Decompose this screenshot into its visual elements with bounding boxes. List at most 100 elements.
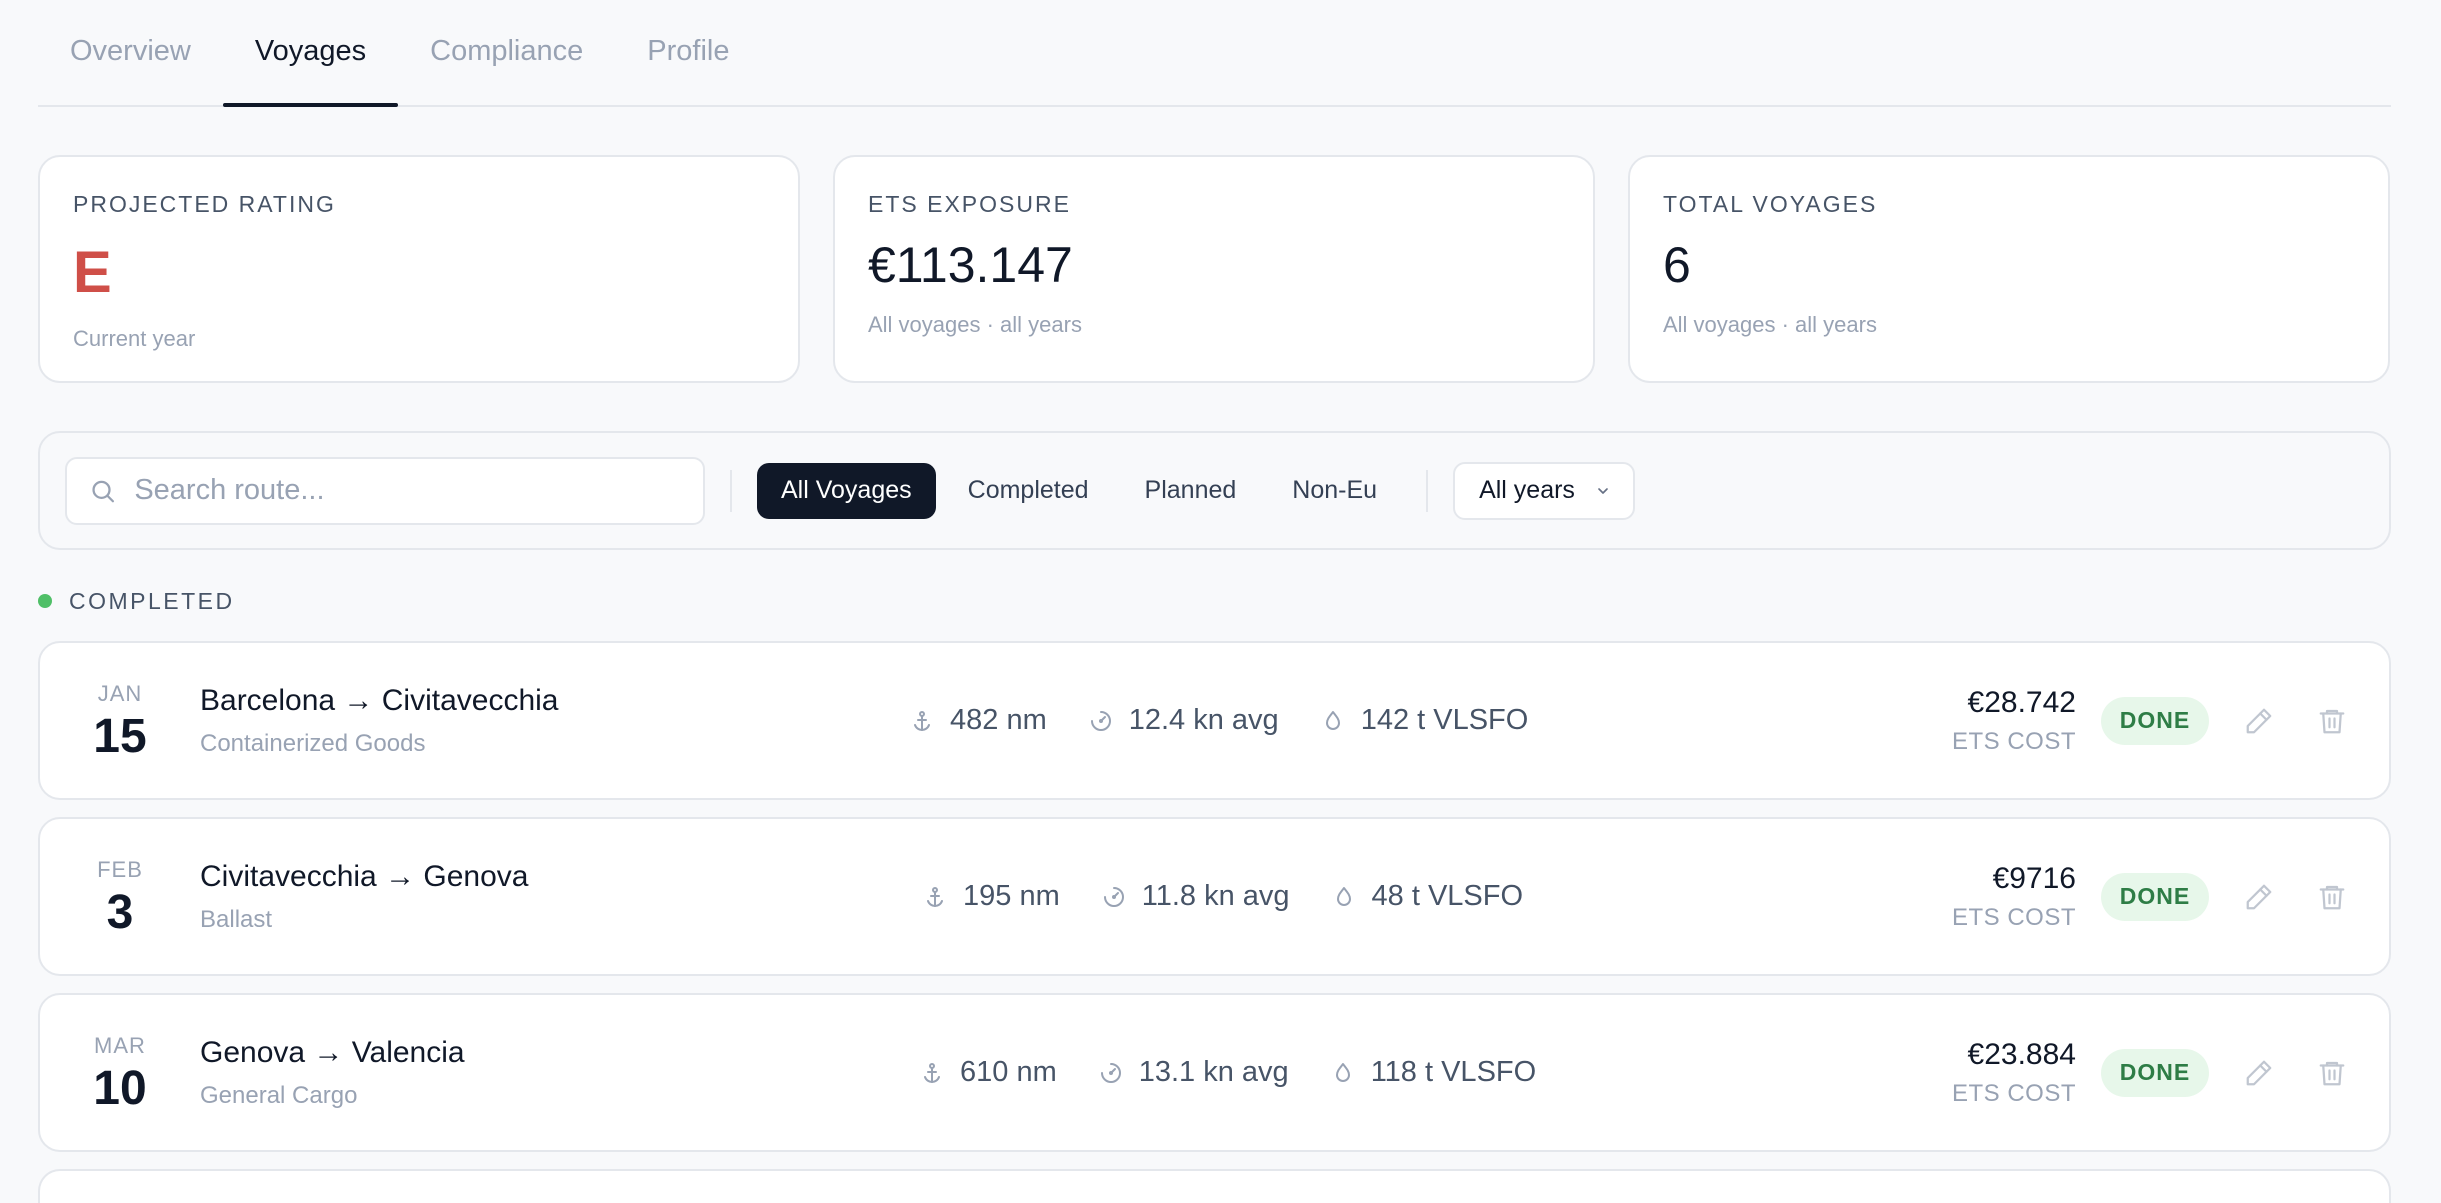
divider	[730, 469, 732, 512]
speed-value: 11.8 kn avg	[1141, 880, 1290, 912]
voyage-date: JAN 15	[40, 681, 200, 761]
voyage-row[interactable]: MAR 10 Genova → Valencia General Cargo 6…	[38, 993, 2391, 1152]
ets-cost: €9716 ETS COST	[1952, 862, 2076, 932]
filter-chip-completed[interactable]: Completed	[944, 463, 1113, 519]
distance-value: 482 nm	[950, 704, 1047, 736]
total-voyages-value: 6	[1663, 237, 1691, 293]
route-title: Civitavecchia → Genova	[200, 859, 529, 893]
speed-metric: 13.1 kn avg	[1099, 1056, 1289, 1089]
distance-value: 195 nm	[963, 880, 1060, 912]
voyage-day: 3	[106, 885, 134, 939]
card-label: TOTAL VOYAGES	[1663, 191, 1878, 217]
ets-cost-value: €28.742	[1967, 685, 2076, 719]
voyage-metrics: 195 nm 11.8 kn avg 48 t VLSFO	[923, 880, 1565, 913]
voyage-route: Genova → Valencia General Cargo	[200, 1036, 910, 1110]
card-subtext: All voyages · all years	[1663, 312, 1877, 337]
voyage-day: 15	[93, 709, 147, 763]
filter-chip-non-eu[interactable]: Non-Eu	[1268, 463, 1401, 519]
stat-cards: PROJECTED RATING E Current year ETS EXPO…	[38, 155, 2391, 383]
search-input[interactable]	[134, 474, 681, 507]
gauge-icon	[1090, 710, 1111, 731]
ets-cost-label: ETS COST	[1951, 727, 2076, 755]
route-title: Genova → Valencia	[200, 1035, 465, 1069]
pencil-icon[interactable]	[2244, 1058, 2274, 1088]
voyage-row[interactable]: JAN 15 Barcelona → Civitavecchia Contain…	[38, 641, 2391, 800]
fuel-metric: 48 t VLSFO	[1332, 880, 1524, 913]
cargo-type: General Cargo	[200, 1081, 358, 1109]
voyages-page: Overview Voyages Compliance Profile PROJ…	[38, 0, 2391, 1203]
voyage-metrics: 482 nm 12.4 kn avg 142 t VLSFO	[910, 704, 1570, 737]
ets-exposure-card: ETS EXPOSURE €113.147 All voyages · all …	[833, 155, 1595, 383]
ets-cost-value: €23.884	[1967, 1037, 2076, 1071]
year-select[interactable]: All years	[1453, 461, 1635, 520]
gauge-icon	[1103, 886, 1124, 907]
filter-chip-all-voyages[interactable]: All Voyages	[757, 462, 936, 519]
ets-cost-label: ETS COST	[1951, 903, 2076, 931]
card-subtext: Current year	[73, 326, 196, 351]
status-badge: DONE	[2101, 1048, 2209, 1097]
voyage-date: FEB 3	[40, 857, 200, 937]
search-icon	[92, 480, 115, 502]
status-badge: DONE	[2101, 872, 2209, 921]
speed-value: 13.1 kn avg	[1138, 1056, 1289, 1088]
status-badge: DONE	[2101, 696, 2209, 745]
fuel-value: 48 t VLSFO	[1371, 880, 1524, 912]
section-label: COMPLETED	[69, 587, 235, 614]
anchor-icon	[914, 710, 930, 731]
ets-exposure-value: €113.147	[868, 237, 1073, 293]
voyage-list: JAN 15 Barcelona → Civitavecchia Contain…	[38, 641, 2391, 1203]
fuel-metric: 142 t VLSFO	[1321, 704, 1529, 737]
status-dot	[38, 594, 52, 608]
ets-cost: €23.884 ETS COST	[1952, 1038, 2076, 1108]
droplet-icon	[1336, 886, 1351, 906]
ets-cost-label: ETS COST	[1951, 1079, 2076, 1107]
projected-rating-card: PROJECTED RATING E Current year	[38, 155, 800, 383]
tab-overview[interactable]: Overview	[38, 0, 223, 105]
voyage-month: MAR	[94, 1032, 146, 1058]
voyage-date: MAR 10	[40, 1033, 200, 1113]
card-subtext: All voyages · all years	[868, 312, 1082, 337]
trash-icon[interactable]	[2317, 1058, 2347, 1088]
tab-bar: Overview Voyages Compliance Profile	[38, 0, 2391, 107]
route-title: Barcelona → Civitavecchia	[200, 683, 559, 717]
filter-chip-planned[interactable]: Planned	[1121, 463, 1261, 519]
droplet-icon	[1335, 1062, 1350, 1082]
year-select-value: All years	[1479, 476, 1575, 504]
distance-metric: 482 nm	[910, 704, 1047, 737]
search-box[interactable]	[65, 456, 705, 525]
trash-icon[interactable]	[2317, 706, 2347, 736]
fuel-value: 142 t VLSFO	[1360, 704, 1529, 736]
pencil-icon[interactable]	[2244, 882, 2274, 912]
voyage-day: 10	[93, 1061, 147, 1115]
card-label: ETS EXPOSURE	[868, 191, 1071, 217]
voyage-row-partial[interactable]	[38, 1169, 2391, 1203]
ets-cost: €28.742 ETS COST	[1952, 686, 2076, 756]
speed-metric: 12.4 kn avg	[1089, 704, 1279, 737]
section-header-completed: COMPLETED	[38, 586, 2391, 616]
pencil-icon[interactable]	[2244, 706, 2274, 736]
anchor-icon	[924, 1062, 940, 1083]
voyage-month: FEB	[97, 856, 143, 882]
card-label: PROJECTED RATING	[73, 191, 336, 217]
total-voyages-card: TOTAL VOYAGES 6 All voyages · all years	[1628, 155, 2390, 383]
cargo-type: Ballast	[200, 905, 273, 933]
filter-bar: All Voyages Completed Planned Non-Eu All…	[38, 431, 2391, 550]
tab-voyages[interactable]: Voyages	[222, 0, 399, 107]
droplet-icon	[1325, 710, 1340, 730]
voyage-route: Civitavecchia → Genova Ballast	[200, 860, 910, 934]
fuel-value: 118 t VLSFO	[1370, 1056, 1537, 1088]
gauge-icon	[1100, 1062, 1121, 1083]
voyage-row[interactable]: FEB 3 Civitavecchia → Genova Ballast 195…	[38, 817, 2391, 976]
cargo-type: Containerized Goods	[200, 729, 426, 757]
chevron-down-icon	[1598, 487, 1608, 494]
rating-value: E	[73, 240, 112, 305]
speed-value: 12.4 kn avg	[1128, 704, 1279, 736]
tab-profile[interactable]: Profile	[615, 0, 761, 105]
distance-metric: 195 nm	[923, 880, 1060, 913]
distance-metric: 610 nm	[920, 1056, 1057, 1089]
trash-icon[interactable]	[2317, 882, 2347, 912]
tab-compliance[interactable]: Compliance	[398, 0, 615, 105]
distance-value: 610 nm	[960, 1056, 1057, 1088]
ets-cost-value: €9716	[1992, 861, 2076, 895]
anchor-icon	[927, 886, 943, 907]
